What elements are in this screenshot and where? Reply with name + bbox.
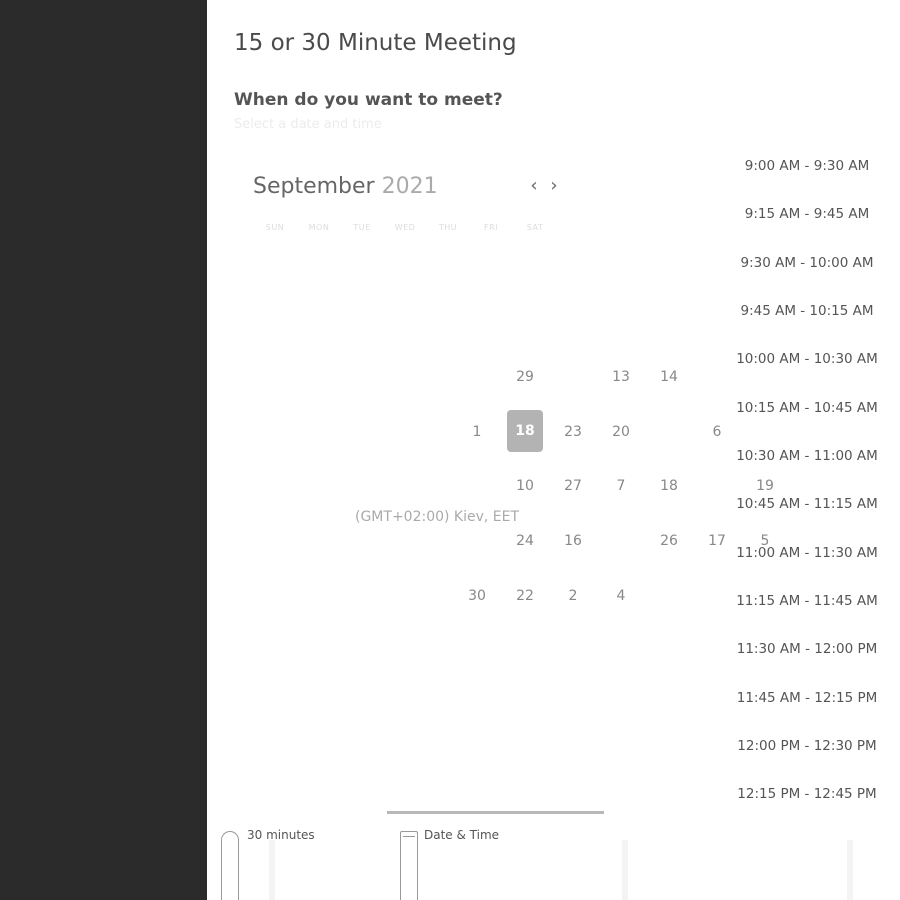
calendar-day[interactable]: 24: [507, 523, 543, 559]
calendar-day: [651, 414, 687, 450]
dow-fri: FRI: [483, 223, 499, 232]
dow-sat: SAT: [526, 223, 544, 232]
calendar-icon: [400, 831, 418, 900]
calendar-day: [651, 578, 687, 614]
time-slot[interactable]: 9:00 AM - 9:30 AM: [732, 158, 882, 174]
chevron-right-icon[interactable]: ›: [546, 176, 562, 196]
time-slot[interactable]: 11:15 AM - 11:45 AM: [732, 593, 882, 609]
calendar-year: 2021: [381, 174, 438, 199]
calendar-month: September: [253, 174, 375, 199]
question-heading: When do you want to meet?: [234, 90, 503, 110]
calendar-day[interactable]: 29: [507, 359, 543, 395]
timezone-label[interactable]: (GMT+02:00) Kiev, EET: [355, 509, 519, 525]
time-slot[interactable]: 10:00 AM - 10:30 AM: [732, 351, 882, 367]
time-slot[interactable]: 10:15 AM - 10:45 AM: [732, 400, 882, 416]
time-slot[interactable]: 11:45 AM - 12:15 PM: [732, 690, 882, 706]
dow-mon: MON: [308, 223, 330, 232]
clock-icon: [221, 831, 239, 900]
calendar-day[interactable]: 7: [603, 468, 639, 504]
meeting-title: 15 or 30 Minute Meeting: [234, 30, 517, 56]
calendar-day[interactable]: 13: [603, 359, 639, 395]
sidebar: [0, 0, 207, 900]
calendar-day: [699, 468, 735, 504]
dow-sun: SUN: [265, 223, 285, 232]
calendar-day[interactable]: 23: [555, 414, 591, 450]
time-slot[interactable]: 9:15 AM - 9:45 AM: [732, 206, 882, 222]
step-placeholder: [847, 840, 853, 900]
step-placeholder: [622, 840, 628, 900]
chevron-left-icon[interactable]: ‹: [526, 176, 542, 196]
calendar-day[interactable]: 18: [651, 468, 687, 504]
calendar-day-selected[interactable]: 18: [507, 410, 543, 452]
calendar-day: [699, 359, 735, 395]
calendar-day[interactable]: 17: [699, 523, 735, 559]
calendar-day[interactable]: 26: [651, 523, 687, 559]
calendar-day[interactable]: 20: [603, 414, 639, 450]
dow-wed: WED: [394, 223, 416, 232]
time-slot[interactable]: 11:00 AM - 11:30 AM: [732, 545, 882, 561]
calendar-month-label: September 2021: [253, 174, 438, 199]
dow-thu: THU: [438, 223, 458, 232]
time-slot[interactable]: 9:30 AM - 10:00 AM: [732, 255, 882, 271]
time-slot[interactable]: 12:00 PM - 12:30 PM: [732, 738, 882, 754]
calendar-day[interactable]: 16: [555, 523, 591, 559]
calendar-day: [459, 468, 495, 504]
calendar-day: [459, 359, 495, 395]
calendar-day[interactable]: 2: [555, 578, 591, 614]
time-slot[interactable]: 10:45 AM - 11:15 AM: [732, 496, 882, 512]
calendar-day[interactable]: 6: [699, 414, 735, 450]
calendar-day[interactable]: 27: [555, 468, 591, 504]
calendar-day[interactable]: 1: [459, 414, 495, 450]
calendar-day[interactable]: 4: [603, 578, 639, 614]
calendar-day[interactable]: 14: [651, 359, 687, 395]
step-placeholder: [269, 840, 275, 900]
time-slot[interactable]: 9:45 AM - 10:15 AM: [732, 303, 882, 319]
calendar-day[interactable]: 10: [507, 468, 543, 504]
step-progress-bar: [387, 811, 604, 814]
calendar-day: [603, 523, 639, 559]
time-slot[interactable]: 11:30 AM - 12:00 PM: [732, 641, 882, 657]
calendar-day[interactable]: 30: [459, 578, 495, 614]
time-slot[interactable]: 10:30 AM - 11:00 AM: [732, 448, 882, 464]
step-datetime-label[interactable]: Date & Time: [424, 828, 499, 842]
calendar-day: [555, 359, 591, 395]
time-slot[interactable]: 12:15 PM - 12:45 PM: [732, 786, 882, 802]
step-duration-label[interactable]: 30 minutes: [247, 828, 315, 842]
calendar-day: [699, 578, 735, 614]
calendar-day[interactable]: 22: [507, 578, 543, 614]
booking-panel: 15 or 30 Minute Meeting When do you want…: [207, 0, 900, 900]
calendar-day: [459, 523, 495, 559]
dow-tue: TUE: [353, 223, 371, 232]
question-subheading: Select a date and time: [234, 117, 382, 132]
